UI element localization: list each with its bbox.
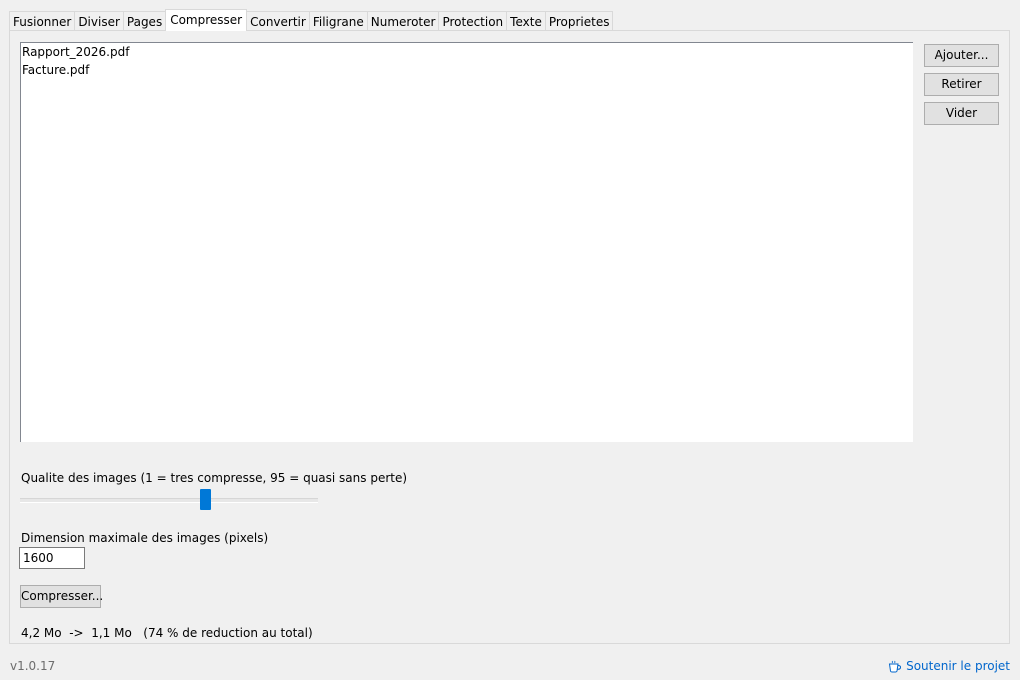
add-files-button[interactable]: Ajouter... — [924, 44, 999, 67]
tab-numeroter[interactable]: Numeroter — [366, 11, 440, 31]
tab-filigrane[interactable]: Filigrane — [308, 11, 368, 31]
tab-compresser[interactable]: Compresser — [165, 9, 248, 31]
tab-pages[interactable]: Pages — [122, 11, 167, 31]
tab-bar: Fusionner Diviser Pages Compresser Conve… — [9, 9, 614, 31]
compress-button[interactable]: Compresser... — [20, 585, 103, 608]
clear-list-button[interactable]: Vider — [924, 102, 999, 125]
quality-label: Qualite des images (1 = tres compresse, … — [21, 471, 408, 485]
file-list[interactable]: Rapport_2026.pdf Facture.pdf — [20, 42, 913, 442]
tab-diviser[interactable]: Diviser — [74, 11, 124, 31]
tab-texte[interactable]: Texte — [506, 11, 546, 31]
support-project-link[interactable]: Soutenir le projet — [888, 659, 1010, 673]
quality-slider-thumb[interactable] — [200, 489, 212, 510]
support-link-label: Soutenir le projet — [906, 659, 1010, 673]
version-label: v1.0.17 — [10, 659, 56, 673]
tab-protection[interactable]: Protection — [438, 11, 508, 31]
tab-proprietes[interactable]: Proprietes — [544, 11, 614, 31]
list-item[interactable]: Rapport_2026.pdf — [21, 43, 913, 61]
quality-slider-track[interactable] — [20, 498, 318, 503]
compress-tab-panel: Rapport_2026.pdf Facture.pdf Ajouter... … — [9, 30, 1010, 644]
tab-convertir[interactable]: Convertir — [246, 11, 310, 31]
max-dimension-input[interactable] — [19, 547, 85, 569]
coffee-cup-icon — [889, 660, 902, 672]
list-item[interactable]: Facture.pdf — [21, 61, 913, 79]
max-dimension-label: Dimension maximale des images (pixels) — [21, 531, 269, 545]
remove-file-button[interactable]: Retirer — [924, 73, 999, 96]
result-summary: 4,2 Mo -> 1,1 Mo (74 % de reduction au t… — [21, 626, 313, 640]
tab-fusionner[interactable]: Fusionner — [9, 11, 76, 31]
